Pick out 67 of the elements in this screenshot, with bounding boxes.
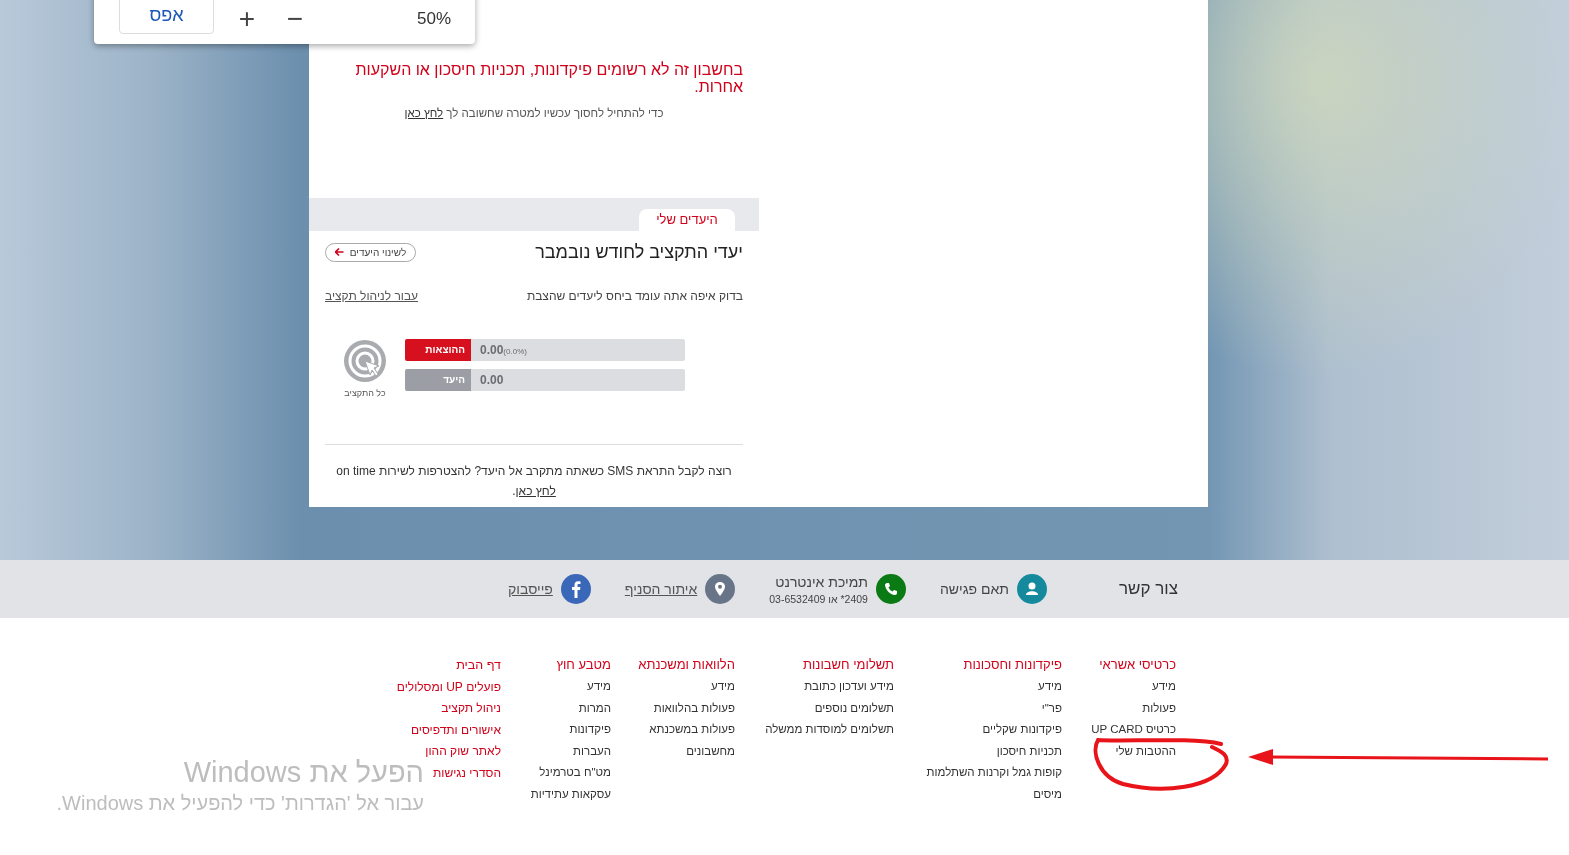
column-heading: הלוואות ומשכנתא [638,656,735,674]
bar-value: 0.00(0.0%) [480,343,527,357]
footer-link[interactable]: דף הבית [456,655,501,675]
hint-text: כדי להתחיל לחסוך עכשיו למטרה שחשובה לך לחץ כאן [403,107,665,119]
activation-title: הפעל את Windows [182,755,424,789]
footer-link[interactable]: מידע [1038,676,1062,698]
target-icon [343,339,387,383]
contact-label: תמיכת אינטרנט [775,573,868,590]
subtitle: בדוק איפה אתה עומד ביחס ליעדים שהצבת [526,289,743,303]
footer-link[interactable]: מידע ועדכון כתובת [804,676,894,698]
facebook-icon [560,574,591,604]
zoom-in-button[interactable]: + [232,4,262,34]
column-heading: תשלומי חשבונות [803,656,894,674]
contact-title: צור קשר [1119,579,1178,599]
footer-link[interactable]: פעולות בהלוואות [653,697,735,720]
footer-link[interactable]: מידע [1152,676,1176,698]
activation-text: עבור אל 'הגדרות' כדי להפעיל את Windows. [56,791,424,816]
link[interactable]: איתור הסניף [624,581,698,597]
column-heading: מטבע חוץ [556,656,611,674]
arrow-icon [334,248,344,256]
reset-button[interactable]: אפס [119,0,214,34]
footer-link[interactable]: לאתר שוק ההון [425,741,501,763]
budget-label: כל התקציב [344,388,386,398]
phone-icon [875,574,906,604]
link[interactable]: פייסבוק [508,581,553,597]
footer-link[interactable]: פועלים UP ומסלולים [396,676,501,699]
tab[interactable]: היעדים שלי [639,209,735,231]
footer-link[interactable]: מחשבונים [686,740,735,763]
zoom-level: 50% [416,8,451,30]
footer-link[interactable]: תשלומים למוסדות ממשלה [765,719,894,741]
footer-link[interactable]: תשלומים נוספים [814,697,894,720]
column-heading: כרטיסי אשראי [1099,656,1176,674]
footer-link[interactable]: תכניות חיסכון [996,740,1062,763]
footer-link[interactable]: פעולות במשכנתא [649,719,735,741]
sms-text: רוצה לקבל התראת SMS כשאתה מתקרב אל היעד? להצטרפות לשירות on time לחץ כאן. [335,463,733,500]
footer-link[interactable]: ההטבות שלי [1115,740,1176,763]
change-goals-button[interactable]: לשינוי היעדים [325,242,416,262]
contact-label: תאם פגישה [939,581,1009,597]
footer-link[interactable]: קופות גמל וקרנות השתלמות [926,762,1062,784]
footer-link[interactable]: העברות [573,740,611,763]
section-title: יעדי התקציב לחודש נובמבר [535,241,743,263]
column-heading: פיקדונות וחסכונות [963,656,1062,674]
footer-link[interactable]: כרטיס UP CARD [1091,719,1176,741]
footer-link[interactable]: המרות [578,697,611,720]
bar-value: 0.00 [480,373,504,387]
footer-link[interactable]: מידע [587,676,611,698]
footer-link[interactable]: מיסים [1033,783,1062,806]
footer-link[interactable]: פעולות [1142,697,1176,720]
footer-link[interactable]: מט"ח בטרמינל [539,762,611,784]
link[interactable]: לחץ כאן [515,484,556,498]
footer-link[interactable]: פיקדונות שקליים [982,719,1062,741]
link[interactable]: עבור לניהול תקציב [325,289,419,303]
bar-label: היעד [405,369,471,391]
footer-link[interactable]: עסקאות עתידיות [530,783,611,806]
phone-number: 2409* או 03-6532409 [769,592,868,605]
zoom-out-button[interactable]: − [280,4,310,34]
bar-label: ההוצאות [405,339,471,361]
notice-message: בחשבון זה לא רשומים פיקדונות, תכניות חיסכון או השקעות אחרות. [354,61,743,95]
person-icon [1017,574,1047,604]
footer-link[interactable]: פיקדונות [569,719,611,741]
footer-link[interactable]: מידע [711,676,735,698]
link[interactable]: לחץ כאן [404,107,444,119]
footer-link[interactable]: אישורים ותדפיסים [410,719,501,742]
footer-link[interactable]: ניהול תקציב [441,698,501,720]
location-pin-icon [705,574,736,604]
footer-link[interactable]: פר"י [1041,697,1062,720]
footer-link[interactable]: הסדרי נגישות [433,762,501,785]
